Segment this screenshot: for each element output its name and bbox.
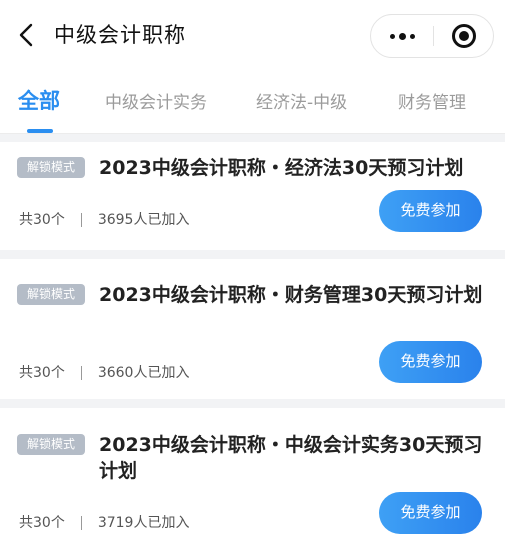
close-button[interactable] xyxy=(434,15,494,57)
mode-badge: 解锁模式 xyxy=(17,157,85,178)
chevron-left-icon xyxy=(19,23,33,47)
plan-card[interactable]: 解锁模式 2023中级会计职称・中级会计实务30天预习计划 共30个 3719人… xyxy=(0,408,505,553)
mode-badge: 解锁模式 xyxy=(17,284,85,305)
mini-program-capsule xyxy=(370,14,494,58)
tab-intermediate-accounting[interactable]: 中级会计实务 xyxy=(105,88,207,118)
page-title: 中级会计职称 xyxy=(54,23,186,47)
back-button[interactable] xyxy=(12,20,40,50)
plan-title[interactable]: 2023中级会计职称・经济法30天预习计划 xyxy=(99,155,485,181)
free-join-button[interactable]: 免费参加 xyxy=(379,341,482,383)
free-join-button[interactable]: 免费参加 xyxy=(379,190,482,232)
plan-card[interactable]: 解锁模式 2023中级会计职称・财务管理30天预习计划 共30个 3660人已加… xyxy=(0,259,505,399)
meta-divider xyxy=(80,366,82,380)
mode-badge: 解锁模式 xyxy=(17,434,85,455)
plan-title[interactable]: 2023中级会计职称・财务管理30天预习计划 xyxy=(99,282,485,308)
item-count: 共30个 xyxy=(19,515,65,531)
item-count: 共30个 xyxy=(19,365,65,381)
nav-bar: 中级会计职称 xyxy=(0,0,505,72)
plan-meta: 共30个 3695人已加入 xyxy=(19,210,189,230)
more-dots-icon xyxy=(389,32,415,40)
item-count: 共30个 xyxy=(19,212,65,228)
plan-meta: 共30个 3719人已加入 xyxy=(19,513,189,533)
meta-divider xyxy=(80,213,82,227)
tab-all[interactable]: 全部 xyxy=(18,86,60,116)
plan-meta: 共30个 3660人已加入 xyxy=(19,363,189,383)
category-tabs: 全部 中级会计实务 经济法-中级 财务管理 xyxy=(0,72,505,134)
joined-count: 3695人已加入 xyxy=(97,212,190,228)
joined-count: 3660人已加入 xyxy=(97,365,190,381)
joined-count: 3719人已加入 xyxy=(97,515,190,531)
meta-divider xyxy=(80,516,82,530)
more-button[interactable] xyxy=(371,15,433,57)
target-close-icon xyxy=(452,24,476,48)
plan-title[interactable]: 2023中级会计职称・中级会计实务30天预习计划 xyxy=(99,432,485,484)
active-tab-indicator xyxy=(27,129,53,133)
plan-card[interactable]: 解锁模式 2023中级会计职称・经济法30天预习计划 共30个 3695人已加入… xyxy=(0,142,505,250)
free-join-button[interactable]: 免费参加 xyxy=(379,492,482,534)
page: 中级会计职称 全部 中级会计实务 经济法-中级 财务管理 解锁模式 2023中级… xyxy=(0,0,505,553)
tab-economic-law[interactable]: 经济法-中级 xyxy=(256,88,347,118)
tab-financial-management[interactable]: 财务管理 xyxy=(398,88,466,118)
